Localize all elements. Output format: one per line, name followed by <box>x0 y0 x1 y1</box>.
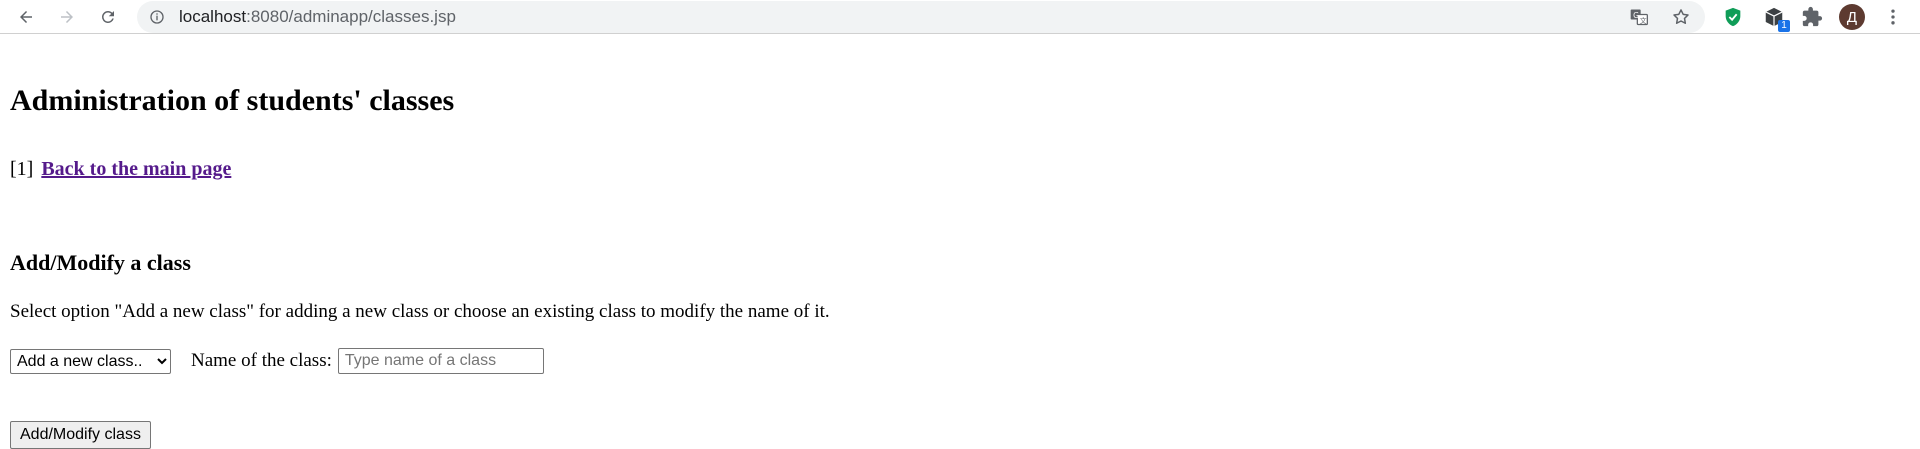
arrow-right-icon <box>61 11 73 23</box>
translate-icon[interactable]: G文 <box>1629 7 1649 27</box>
add-modify-class-button[interactable]: Add/Modify class <box>10 421 151 449</box>
instruction-text: Select option "Add a new class" for addi… <box>10 301 830 322</box>
class-name-label: Name of the class: <box>191 350 332 371</box>
extension-box[interactable]: 1 <box>1762 5 1790 32</box>
class-form-row: Add a new class.. Name of the class: <box>10 348 544 374</box>
puzzle-icon <box>1802 6 1823 27</box>
reload-icon <box>101 10 114 23</box>
back-to-main-link[interactable]: Back to the main page <box>41 158 231 180</box>
bookmark-star-icon[interactable] <box>1671 7 1691 27</box>
url-path: :8080/adminapp/classes.jsp <box>246 7 456 26</box>
extensions-menu[interactable] <box>1800 5 1824 29</box>
url-host: localhost <box>179 7 247 26</box>
url-text: localhost:8080/adminapp/classes.jsp <box>179 7 456 27</box>
class-select[interactable]: Add a new class.. <box>10 348 171 374</box>
back-button[interactable] <box>12 3 40 31</box>
page-title: Administration of students' classes <box>10 84 455 117</box>
extension-shield[interactable] <box>1721 5 1745 29</box>
back-prefix: [1] <box>10 158 34 180</box>
shield-icon <box>1725 7 1741 27</box>
browser-toolbar: localhost:8080/adminapp/classes.jsp G文 1… <box>0 0 1920 34</box>
svg-text:G: G <box>1633 11 1639 20</box>
info-icon[interactable] <box>149 9 165 25</box>
profile-avatar[interactable]: Д <box>1839 4 1865 30</box>
back-navigation: [1] Back to the main page <box>10 158 231 181</box>
svg-text:文: 文 <box>1640 16 1647 25</box>
extension-badge: 1 <box>1778 20 1790 32</box>
class-name-input[interactable] <box>337 348 544 374</box>
reload-button[interactable] <box>94 3 122 31</box>
arrow-left-icon <box>20 11 32 23</box>
omnibox-actions: G文 <box>1629 7 1691 27</box>
more-vert-icon[interactable] <box>1883 7 1903 27</box>
forward-button[interactable] <box>53 3 81 31</box>
section-title: Add/Modify a class <box>10 250 191 275</box>
address-bar[interactable]: localhost:8080/adminapp/classes.jsp G文 <box>137 1 1705 33</box>
